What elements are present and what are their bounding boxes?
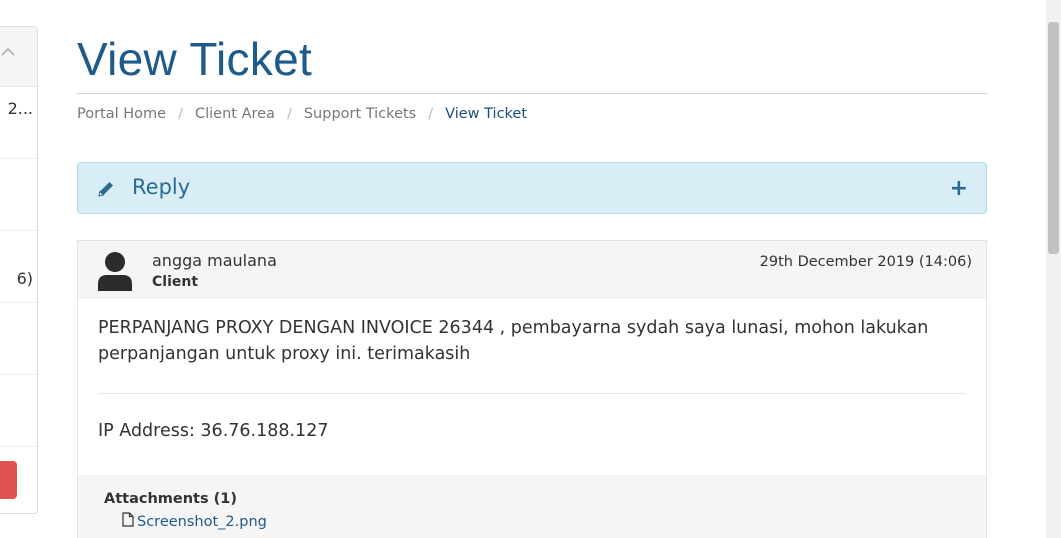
pencil-icon [96, 179, 116, 199]
breadcrumb-portal-home[interactable]: Portal Home [77, 106, 166, 122]
attachment-filename: Screenshot_2.png [137, 513, 267, 530]
scrollbar-thumb[interactable] [1048, 22, 1059, 254]
ip-address: IP Address: 36.76.188.127 [98, 421, 329, 441]
page-title: View Ticket [77, 33, 313, 85]
message-divider [98, 393, 966, 394]
ticket-message-header: angga maulana Client 29th December 2019 … [78, 241, 986, 299]
sidebar-item[interactable]: 2... [0, 87, 37, 159]
vertical-scrollbar[interactable] [1046, 0, 1061, 538]
sidebar-action-button[interactable] [0, 461, 17, 499]
attachment-link[interactable]: Screenshot_2.png [122, 512, 267, 531]
sidebar-item[interactable] [0, 159, 37, 231]
ticket-message-body: PERPANJANG PROXY DENGAN INVOICE 26344 , … [98, 318, 929, 364]
sidebar-item[interactable] [0, 375, 37, 447]
ticket-message: angga maulana Client 29th December 2019 … [77, 240, 987, 538]
breadcrumb: Portal Home / Client Area / Support Tick… [77, 106, 527, 122]
sidebar-header[interactable] [0, 27, 37, 87]
file-icon [122, 512, 137, 531]
sidebar: 2... 6) [0, 26, 38, 514]
ticket-date: 29th December 2019 (14:06) [759, 254, 972, 270]
chevron-up-icon[interactable] [1, 45, 15, 59]
sidebar-item[interactable] [0, 303, 37, 375]
page: 2... 6) View Ticket Portal Home / Client… [0, 0, 1061, 538]
reply-panel[interactable]: Reply + [77, 162, 987, 214]
attachments-section: Attachments (1) Screenshot_2.png [78, 475, 986, 538]
reply-label: Reply [132, 175, 191, 199]
breadcrumb-separator: / [428, 106, 434, 122]
expand-icon[interactable]: + [950, 176, 968, 201]
breadcrumb-separator: / [178, 106, 183, 122]
ticket-author: angga maulana [152, 251, 277, 270]
breadcrumb-client-area[interactable]: Client Area [195, 106, 275, 122]
attachments-title: Attachments (1) [104, 491, 238, 507]
sidebar-item-label: 6) [16, 269, 33, 288]
user-avatar-icon [96, 251, 134, 291]
breadcrumb-support-tickets[interactable]: Support Tickets [304, 106, 416, 122]
breadcrumb-current: View Ticket [445, 106, 528, 122]
sidebar-item[interactable]: 6) [0, 231, 37, 303]
breadcrumb-separator: / [286, 106, 292, 122]
ticket-author-role: Client [152, 274, 199, 290]
title-divider [77, 93, 987, 94]
sidebar-item-label: 2... [7, 99, 33, 118]
